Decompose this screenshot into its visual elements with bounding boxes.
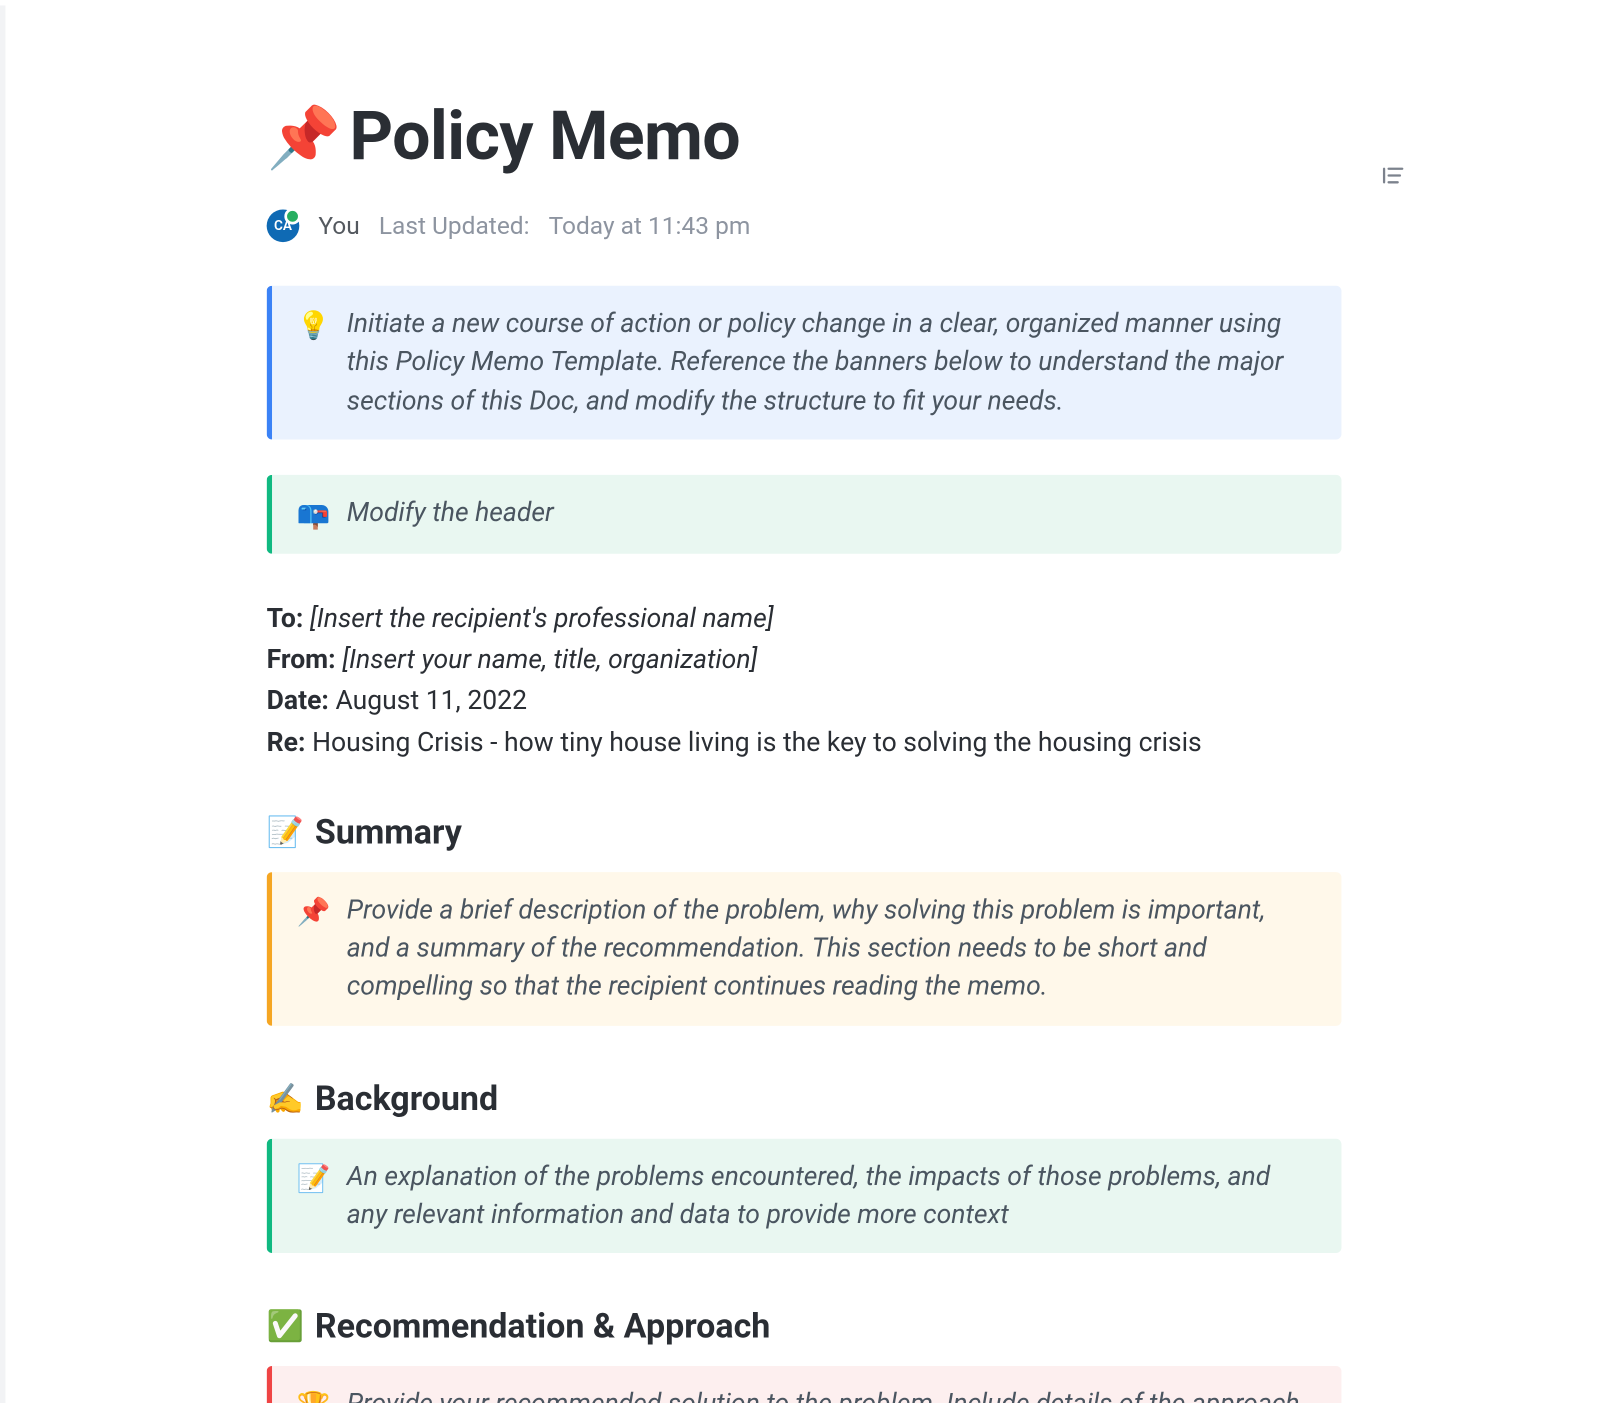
avatar[interactable]: CA — [267, 210, 300, 243]
check-icon: ✅ — [267, 1310, 304, 1344]
meta-row: CA You Last Updated: Today at 11:43 pm — [267, 210, 1342, 243]
author-you[interactable]: You — [318, 212, 359, 241]
summary-heading[interactable]: 📝 Summary — [267, 813, 1342, 852]
modify-header-banner[interactable]: 📪 Modify the header — [267, 475, 1342, 554]
summary-title: Summary — [315, 813, 462, 852]
trophy-icon: 🏆 — [297, 1385, 331, 1403]
document-body: 📌 Policy Memo CA You Last Updated: Today… — [267, 98, 1342, 1403]
from-label: From: — [267, 644, 336, 675]
background-banner-text: An explanation of the problems encounter… — [347, 1157, 1314, 1234]
intro-banner[interactable]: 💡 Initiate a new course of action or pol… — [267, 286, 1342, 439]
last-updated-value: Today at 11:43 pm — [549, 212, 751, 241]
last-updated-label: Last Updated: — [379, 212, 530, 241]
memo-icon: 📝 — [297, 1157, 331, 1198]
intro-banner-text: Initiate a new course of action or polic… — [347, 305, 1314, 420]
title-emoji: 📌 — [267, 107, 342, 167]
summary-banner[interactable]: 📌 Provide a brief description of the pro… — [267, 872, 1342, 1025]
date-value: August 11, 2022 — [335, 685, 527, 716]
to-label: To: — [267, 602, 304, 633]
outline-toggle-button[interactable] — [1374, 156, 1412, 194]
background-heading[interactable]: ✍️ Background — [267, 1080, 1342, 1119]
page-title-row[interactable]: 📌 Policy Memo — [267, 98, 1342, 177]
from-value: [Insert your name, title, organization] — [342, 644, 757, 675]
recommendation-banner-text: Provide your recommended solution to the… — [347, 1385, 1314, 1403]
recommendation-banner[interactable]: 🏆 Provide your recommended solution to t… — [267, 1366, 1342, 1403]
field-re: Re: Housing Crisis - how tiny house livi… — [267, 723, 1342, 761]
lightbulb-icon: 💡 — [297, 305, 331, 346]
summary-banner-text: Provide a brief description of the probl… — [347, 891, 1314, 1006]
re-label: Re: — [267, 726, 306, 757]
background-banner[interactable]: 📝 An explanation of the problems encount… — [267, 1138, 1342, 1253]
field-from: From: [Insert your name, title, organiza… — [267, 641, 1342, 679]
writing-hand-icon: ✍️ — [267, 1082, 304, 1116]
date-label: Date: — [267, 685, 329, 716]
to-value: [Insert the recipient's professional nam… — [310, 602, 774, 633]
field-date: Date: August 11, 2022 — [267, 682, 1342, 720]
re-value: Housing Crisis - how tiny house living i… — [312, 726, 1202, 757]
left-edge — [0, 5, 5, 1403]
memo-icon: 📝 — [267, 816, 304, 850]
page-title: Policy Memo — [349, 98, 740, 177]
recommendation-heading[interactable]: ✅ Recommendation & Approach — [267, 1308, 1342, 1347]
header-fields[interactable]: To: [Insert the recipient's professional… — [267, 600, 1342, 762]
background-title: Background — [315, 1080, 498, 1119]
pushpin-icon: 📌 — [297, 891, 331, 932]
modify-header-text: Modify the header — [347, 494, 554, 532]
recommendation-title: Recommendation & Approach — [315, 1308, 771, 1347]
mailbox-icon: 📪 — [297, 494, 331, 535]
field-to: To: [Insert the recipient's professional… — [267, 600, 1342, 638]
